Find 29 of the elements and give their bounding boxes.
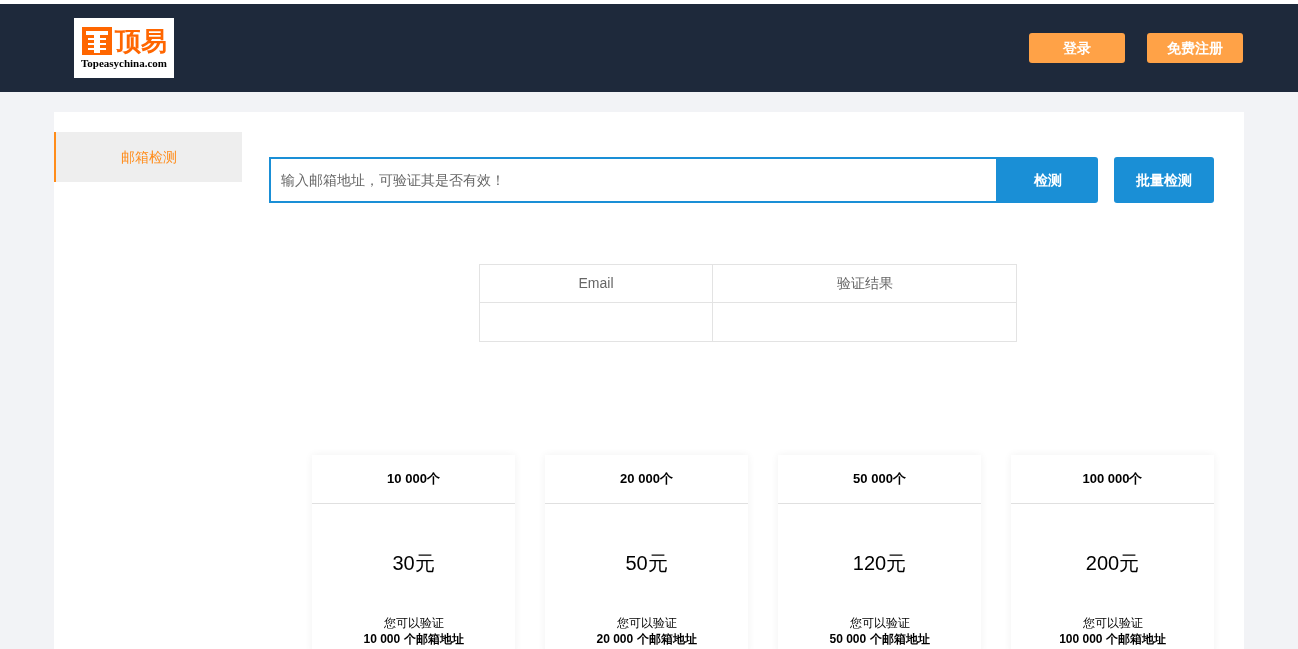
batch-check-button[interactable]: 批量检测	[1114, 157, 1214, 203]
logo-mark-icon	[81, 27, 112, 55]
plan-quota: 100 000 个邮箱地址	[1059, 631, 1166, 647]
logo[interactable]: 顶易 Topeasychina.com	[74, 18, 174, 78]
plan-quota: 50 000 个邮箱地址	[829, 631, 930, 647]
plan-card[interactable]: 10 000个 30元 您可以验证 10 000 个邮箱地址	[312, 455, 515, 649]
plan-count: 10 000个	[312, 455, 515, 504]
email-input-field[interactable]: 输入邮箱地址，可验证其是否有效！	[269, 157, 998, 203]
column-header: 验证结果	[713, 265, 1016, 303]
plan-count: 100 000个	[1011, 455, 1214, 504]
plan-price: 30元	[392, 551, 435, 576]
plan-card[interactable]: 100 000个 200元 您可以验证 100 000 个邮箱地址	[1011, 455, 1214, 649]
check-button[interactable]: 检测	[998, 157, 1098, 203]
plan-count: 50 000个	[778, 455, 981, 504]
plan-count: 20 000个	[545, 455, 748, 504]
plan-quota: 10 000 个邮箱地址	[363, 631, 464, 647]
plan-description: 您可以验证	[616, 615, 677, 631]
plan-price: 50元	[625, 551, 668, 576]
column-header: Email	[480, 265, 713, 303]
logo-domain: Topeasychina.com	[80, 58, 168, 69]
plan-card[interactable]: 20 000个 50元 您可以验证 20 000 个邮箱地址	[545, 455, 748, 649]
plan-description: 您可以验证	[1082, 615, 1143, 631]
logo-text: 顶易	[114, 28, 167, 54]
plan-price: 120元	[852, 551, 907, 576]
plan-description: 您可以验证	[849, 615, 910, 631]
plan-card[interactable]: 50 000个 120元 您可以验证 50 000 个邮箱地址	[778, 455, 981, 649]
plan-quota: 20 000 个邮箱地址	[596, 631, 697, 647]
plan-price: 200元	[1085, 551, 1140, 576]
plan-description: 您可以验证	[383, 615, 444, 631]
